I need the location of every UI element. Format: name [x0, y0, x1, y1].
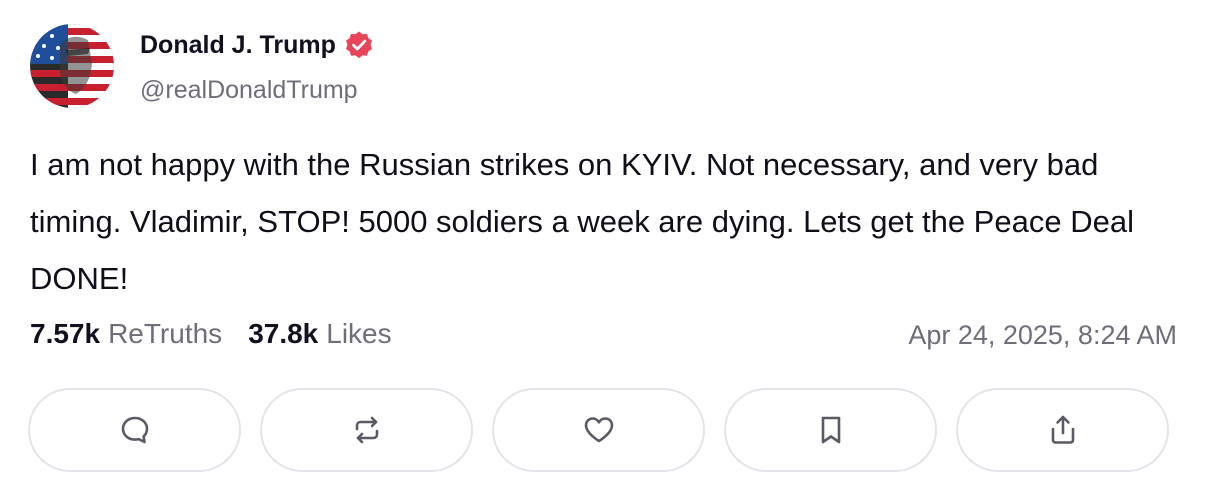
heart-icon: [584, 417, 613, 443]
avatar[interactable]: [30, 24, 114, 108]
post-stats: 7.57k ReTruths 37.8k Likes: [30, 318, 392, 350]
retruths-label: ReTruths: [108, 318, 223, 349]
bookmark-icon: [821, 416, 840, 444]
retruth-icon: [355, 416, 378, 444]
retruths-stat[interactable]: 7.57k ReTruths: [30, 318, 222, 350]
bookmark-button[interactable]: [724, 388, 937, 472]
action-bar: [28, 388, 1169, 472]
verified-badge-icon: [345, 31, 372, 59]
post-timestamp[interactable]: Apr 24, 2025, 8:24 AM: [908, 320, 1177, 351]
likes-count: 37.8k: [248, 318, 319, 349]
likes-label: Likes: [326, 318, 392, 349]
author-display-name[interactable]: Donald J. Trump: [140, 31, 336, 60]
author-handle[interactable]: @realDonaldTrump: [140, 76, 358, 105]
flag-portrait-avatar: [30, 24, 114, 108]
reply-button[interactable]: [28, 388, 241, 472]
likes-stat[interactable]: 37.8k Likes: [248, 318, 391, 350]
like-button[interactable]: [492, 388, 705, 472]
retruths-count: 7.57k: [30, 318, 101, 349]
post-text: I am not happy with the Russian strikes …: [30, 147, 1134, 296]
share-button[interactable]: [956, 388, 1169, 472]
share-icon: [1051, 415, 1074, 444]
retruth-button[interactable]: [260, 388, 473, 472]
reply-icon: [121, 416, 148, 444]
author-name-row: Donald J. Trump: [140, 30, 374, 60]
